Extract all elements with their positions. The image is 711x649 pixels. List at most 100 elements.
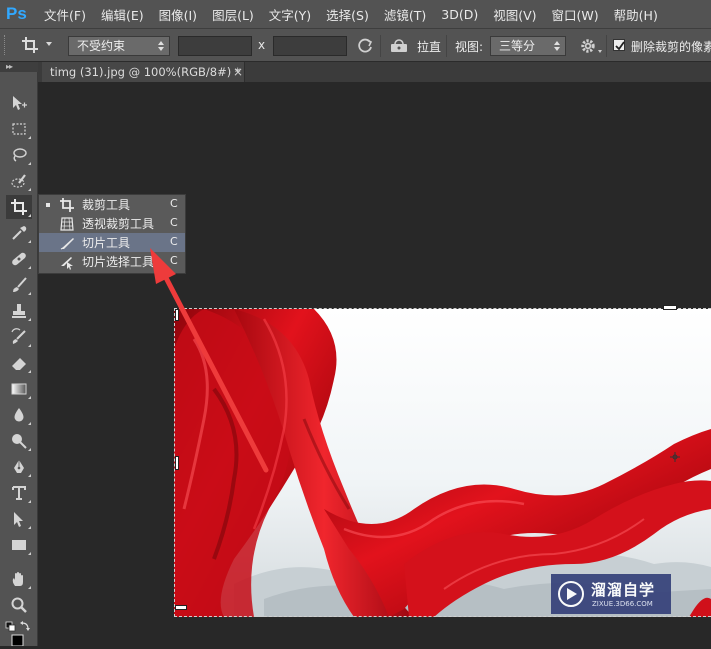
updown-arrows-icon <box>158 41 164 51</box>
menu-view[interactable]: 视图(V) <box>493 5 536 24</box>
swap-dimensions-icon[interactable] <box>356 37 374 55</box>
dimension-separator: x <box>258 38 266 52</box>
flyout-item-label: 裁剪工具 <box>82 198 131 212</box>
close-tab-icon[interactable]: × <box>233 62 243 82</box>
flyout-item-perspective-crop[interactable]: 透视裁剪工具 C <box>39 214 185 233</box>
path-selection-icon <box>14 512 23 527</box>
play-logo-icon <box>558 581 584 607</box>
lasso-tool[interactable] <box>6 143 32 167</box>
zoom-tool[interactable] <box>6 593 32 617</box>
default-colors-icon <box>5 621 30 647</box>
watermark-url: ZIXUE.3D66.COM <box>592 600 653 608</box>
flyout-item-slice-select[interactable]: 切片选择工具 C <box>39 252 185 271</box>
height-input[interactable] <box>273 36 347 56</box>
flyout-item-slice[interactable]: 切片工具 C <box>39 233 185 252</box>
menu-layer[interactable]: 图层(L) <box>212 5 254 24</box>
menu-bar: Ps 文件(F) 编辑(E) 图像(I) 图层(L) 文字(Y) 选择(S) 滤… <box>0 0 711 28</box>
crop-preset-caret-icon[interactable] <box>46 42 52 46</box>
menu-file[interactable]: 文件(F) <box>44 5 86 24</box>
pen-icon <box>14 460 24 473</box>
menu-select[interactable]: 选择(S) <box>326 5 369 24</box>
eyedropper-icon <box>12 226 27 240</box>
dodge-tool[interactable] <box>6 429 32 453</box>
gear-caret-icon[interactable] <box>598 50 602 53</box>
view-overlay-value: 三等分 <box>499 39 536 53</box>
document-tab-title: timg (31).jpg @ 100%(RGB/8#) * <box>50 65 241 79</box>
perspective-crop-icon <box>60 217 74 231</box>
menu-type[interactable]: 文字(Y) <box>269 5 311 24</box>
menu-help[interactable]: 帮助(H) <box>614 5 658 24</box>
type-tool[interactable] <box>6 481 32 505</box>
eraser-icon <box>12 358 26 370</box>
gradient-tool[interactable] <box>6 377 32 401</box>
crop-handle-left[interactable] <box>175 456 179 470</box>
lasso-icon <box>13 148 27 162</box>
pen-tool[interactable] <box>6 455 32 479</box>
delete-cropped-label[interactable]: 删除裁剪的像素 <box>631 38 711 55</box>
menu-3d[interactable]: 3D(D) <box>441 7 478 22</box>
crop-preset-icon[interactable] <box>20 35 42 55</box>
eraser-tool[interactable] <box>6 351 32 375</box>
flyout-item-shortcut: C <box>170 254 178 267</box>
menu-window[interactable]: 窗口(W) <box>552 5 599 24</box>
move-tool[interactable] <box>6 91 32 115</box>
tools-panel <box>0 72 38 647</box>
clone-stamp-tool[interactable] <box>6 299 32 323</box>
gradient-icon <box>11 383 27 395</box>
gear-icon[interactable] <box>579 37 597 55</box>
toolbar-header[interactable]: ▸▸ <box>0 62 38 72</box>
crop-tool[interactable] <box>6 195 32 219</box>
flyout-item-crop[interactable]: 裁剪工具 C <box>39 195 185 214</box>
crop-icon <box>11 199 27 215</box>
crop-tools-flyout: 裁剪工具 C 透视裁剪工具 C 切片工具 C 切片选择工具 C <box>38 194 186 274</box>
checkmark-icon <box>615 41 625 51</box>
delete-cropped-checkbox[interactable] <box>613 39 625 51</box>
flyout-item-shortcut: C <box>170 235 178 248</box>
slice-icon <box>60 238 74 250</box>
crop-icon <box>60 198 74 212</box>
flyout-item-shortcut: C <box>170 197 178 210</box>
color-swatches[interactable] <box>4 620 34 647</box>
menu-filter[interactable]: 滤镜(T) <box>384 5 426 24</box>
options-divider <box>446 35 447 57</box>
view-overlay-dropdown[interactable]: 三等分 <box>490 36 566 56</box>
crop-handle-top-left[interactable] <box>175 309 179 321</box>
crop-handle-top-right[interactable] <box>663 305 677 310</box>
path-selection-tool[interactable] <box>6 507 32 531</box>
hand-tool[interactable] <box>6 567 32 591</box>
brush-icon <box>13 277 27 292</box>
blur-tool[interactable] <box>6 403 32 427</box>
clone-stamp-icon <box>12 304 26 318</box>
red-silk-ribbon-image <box>174 309 711 617</box>
brush-tool[interactable] <box>6 273 32 297</box>
options-bar: 不受约束 x 拉直 视图: 三等分 删除裁剪的像素 <box>0 28 711 62</box>
eyedropper-tool[interactable] <box>6 221 32 245</box>
menu-image[interactable]: 图像(I) <box>159 5 197 24</box>
document-canvas[interactable] <box>174 309 711 617</box>
updown-arrows-icon <box>554 41 560 51</box>
marquee-icon <box>12 123 26 135</box>
document-tab[interactable]: timg (31).jpg @ 100%(RGB/8#) * <box>42 62 245 82</box>
quick-selection-icon <box>11 174 26 188</box>
straighten-label[interactable]: 拉直 <box>417 38 441 55</box>
ratio-dropdown[interactable]: 不受约束 <box>68 36 170 56</box>
marquee-tool[interactable] <box>6 117 32 141</box>
collapse-toolbar-icon[interactable]: ▸▸ <box>6 62 13 72</box>
options-grip[interactable] <box>4 35 8 55</box>
options-divider <box>380 35 381 57</box>
type-icon <box>12 486 26 500</box>
current-tool-bullet <box>46 203 50 207</box>
view-label: 视图: <box>455 40 484 54</box>
crop-handle-bottom-left[interactable] <box>175 605 187 610</box>
flyout-item-label: 切片选择工具 <box>82 255 155 269</box>
watermark-name: 溜溜自学 <box>591 581 656 599</box>
straighten-icon[interactable] <box>388 37 410 55</box>
flyout-item-label: 切片工具 <box>82 236 131 250</box>
healing-brush-tool[interactable] <box>6 247 32 271</box>
rectangle-tool[interactable] <box>6 533 32 557</box>
menu-edit[interactable]: 编辑(E) <box>101 5 144 24</box>
quick-selection-tool[interactable] <box>6 169 32 193</box>
history-brush-tool[interactable] <box>6 325 32 349</box>
width-input[interactable] <box>178 36 252 56</box>
history-brush-icon <box>11 328 26 344</box>
